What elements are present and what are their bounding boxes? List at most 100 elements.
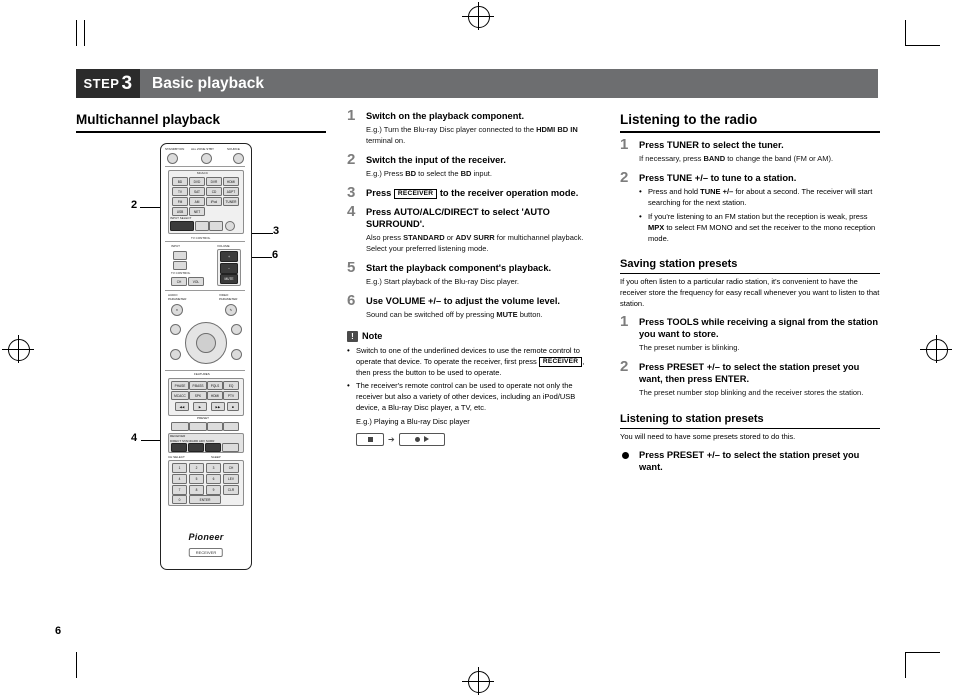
remote-button-sleep[interactable] <box>195 221 209 231</box>
remote-key-9[interactable]: 9 <box>206 485 221 495</box>
remote-button-tv[interactable]: TV <box>172 187 188 196</box>
crop-mark-br-v <box>905 652 906 678</box>
note-icon: ! <box>347 330 358 342</box>
radio-step-number-2: 2 <box>620 168 629 186</box>
remote-button-fm[interactable]: FM <box>172 197 188 206</box>
step-detail-4: Also press STANDARD or ADV SURR for mult… <box>366 233 597 255</box>
step-number-4: 4 <box>347 203 356 221</box>
page-canvas: STEP 3 Basic playback Multichannel playba… <box>0 0 954 698</box>
remote-button-eq[interactable]: EQ <box>223 381 239 390</box>
remote-button-bd[interactable]: BD <box>172 177 188 186</box>
remote-button-stop[interactable]: ■ <box>227 402 239 411</box>
radio-step-detail-1-pre: If necessary, press <box>639 154 704 164</box>
remote-button-dimmer[interactable] <box>209 221 223 231</box>
callout-4: 4 <box>131 432 138 444</box>
remote-tv-ch-button[interactable]: CH <box>171 277 187 286</box>
remote-button-direct[interactable] <box>171 443 187 452</box>
remote-button-dvr[interactable]: DVR <box>206 177 222 186</box>
remote-standby-button[interactable] <box>167 153 178 164</box>
remote-tv-vol-button[interactable]: VOL <box>188 277 204 286</box>
remote-button-phase[interactable]: PHASE <box>171 381 189 390</box>
remote-button-mcacc2[interactable]: MCACC <box>171 391 189 400</box>
remote-key-3[interactable]: 3 <box>206 463 221 473</box>
step-header-bar: STEP 3 Basic playback <box>76 69 878 98</box>
remote-volume-up-button[interactable]: + <box>220 251 238 262</box>
remote-allzone-button[interactable] <box>201 153 212 164</box>
remote-button-standard[interactable] <box>188 443 204 452</box>
remote-key-4[interactable]: 4 <box>172 474 187 484</box>
crop-mark-bl-v <box>76 652 77 678</box>
note-item-2: The receiver's remote control can be use… <box>347 380 597 446</box>
remote-button-autoalc[interactable] <box>222 443 239 452</box>
remote-button-am[interactable]: AM <box>189 197 205 206</box>
step-title-3-post: to the receiver operation mode. <box>437 187 579 198</box>
radio-bullet-2: If you're listening to an FM station but… <box>639 211 880 245</box>
column-radio: Listening to the radio 1 Press TUNER to … <box>620 112 880 477</box>
remote-preset-up-button[interactable] <box>171 422 189 431</box>
note-header: ! Note <box>347 330 597 342</box>
remote-label-audioparam: AUDIO PARAMETER <box>168 293 187 301</box>
remote-key-2[interactable]: 2 <box>189 463 204 473</box>
remote-button-hdmiout[interactable]: HDMI <box>207 391 223 400</box>
saving-presets-heading: Saving station presets <box>620 258 880 275</box>
remote-button-ptv[interactable]: PTV <box>223 391 239 400</box>
multichannel-heading: Multichannel playback <box>76 112 326 133</box>
registration-cross-left-v <box>18 335 19 363</box>
remote-button-advsurr[interactable] <box>205 443 221 452</box>
remote-button-inputselect[interactable] <box>170 221 194 231</box>
remote-key-8[interactable]: 8 <box>189 485 204 495</box>
remote-preset-down-button[interactable] <box>189 422 207 431</box>
note-item-2-text: The receiver's remote control can be use… <box>356 381 576 413</box>
remote-button-play[interactable]: ▶ <box>193 402 207 411</box>
remote-key-6[interactable]: 6 <box>206 474 221 484</box>
remote-button-speakers[interactable]: SPK <box>189 391 207 400</box>
stop-square-icon <box>367 436 373 442</box>
remote-button-adpt[interactable]: ADPT <box>223 187 239 196</box>
note-block: ! Note Switch to one of the underlined d… <box>347 330 597 446</box>
remote-key-7[interactable]: 7 <box>172 485 187 495</box>
remote-key-ch2[interactable]: LEV <box>223 474 239 484</box>
playback-flow-diagram: ➔ <box>356 432 597 446</box>
remote-enter-button[interactable] <box>196 333 216 353</box>
remote-button-sat[interactable]: SAT <box>189 187 205 196</box>
remote-video-param-button[interactable]: ✎ <box>225 304 237 316</box>
remote-button-dvd[interactable]: DVD <box>189 177 205 186</box>
remote-audio-param-button[interactable]: ✕ <box>171 304 183 316</box>
remote-button-hdmi-out[interactable] <box>225 221 235 231</box>
remote-button-cd[interactable]: CD <box>206 187 222 196</box>
step-detail-1-bold: HDMI BD IN <box>536 125 578 135</box>
remote-mute-button[interactable]: MUTE <box>220 274 238 284</box>
remote-label-mcacc: MCACC <box>197 171 208 175</box>
note-title: Note <box>362 331 383 342</box>
remote-key-1[interactable]: 1 <box>172 463 187 473</box>
remote-volume-down-button[interactable]: − <box>220 263 238 274</box>
remote-button-net[interactable]: NET <box>189 207 205 216</box>
remote-source-button[interactable] <box>233 153 244 164</box>
step-detail-2-post: input. <box>471 168 492 178</box>
remote-button-tuner[interactable]: TUNER <box>223 197 239 206</box>
remote-button-psbass[interactable]: P.BASS <box>189 381 207 390</box>
remote-tune-down-button[interactable] <box>223 422 239 431</box>
radio-step-title-2: Press TUNE +/– to tune to a station. <box>639 172 797 183</box>
remote-key-0[interactable]: 0 <box>172 495 187 504</box>
remote-button-usb[interactable]: USB <box>172 207 188 216</box>
remote-button-ipod[interactable]: iPod <box>206 197 222 206</box>
step-badge-number: 3 <box>121 73 133 94</box>
remote-return-button[interactable] <box>231 324 242 335</box>
remote-button-hdmi[interactable]: HDMI <box>223 177 239 186</box>
step-title-3-pre: Press <box>366 187 394 198</box>
remote-home-menu-button[interactable] <box>170 324 181 335</box>
remote-input-up-button[interactable] <box>173 251 187 260</box>
step-item-5: 5 Start the playback component's playbac… <box>347 260 597 288</box>
remote-key-enter[interactable]: ENTER <box>189 495 221 504</box>
remote-tune-up-button[interactable] <box>207 422 223 431</box>
remote-key-5[interactable]: 5 <box>189 474 204 484</box>
remote-input-down-button[interactable] <box>173 261 187 270</box>
remote-tools-button[interactable] <box>170 349 181 360</box>
remote-button-pqls[interactable]: PQLS <box>207 381 223 390</box>
remote-display-button[interactable] <box>231 349 242 360</box>
remote-key-ch1[interactable]: CH <box>223 463 239 473</box>
remote-key-clr[interactable]: CLR <box>223 485 239 495</box>
remote-button-prev[interactable]: ◀◀ <box>175 402 189 411</box>
remote-button-next[interactable]: ▶▶ <box>211 402 225 411</box>
